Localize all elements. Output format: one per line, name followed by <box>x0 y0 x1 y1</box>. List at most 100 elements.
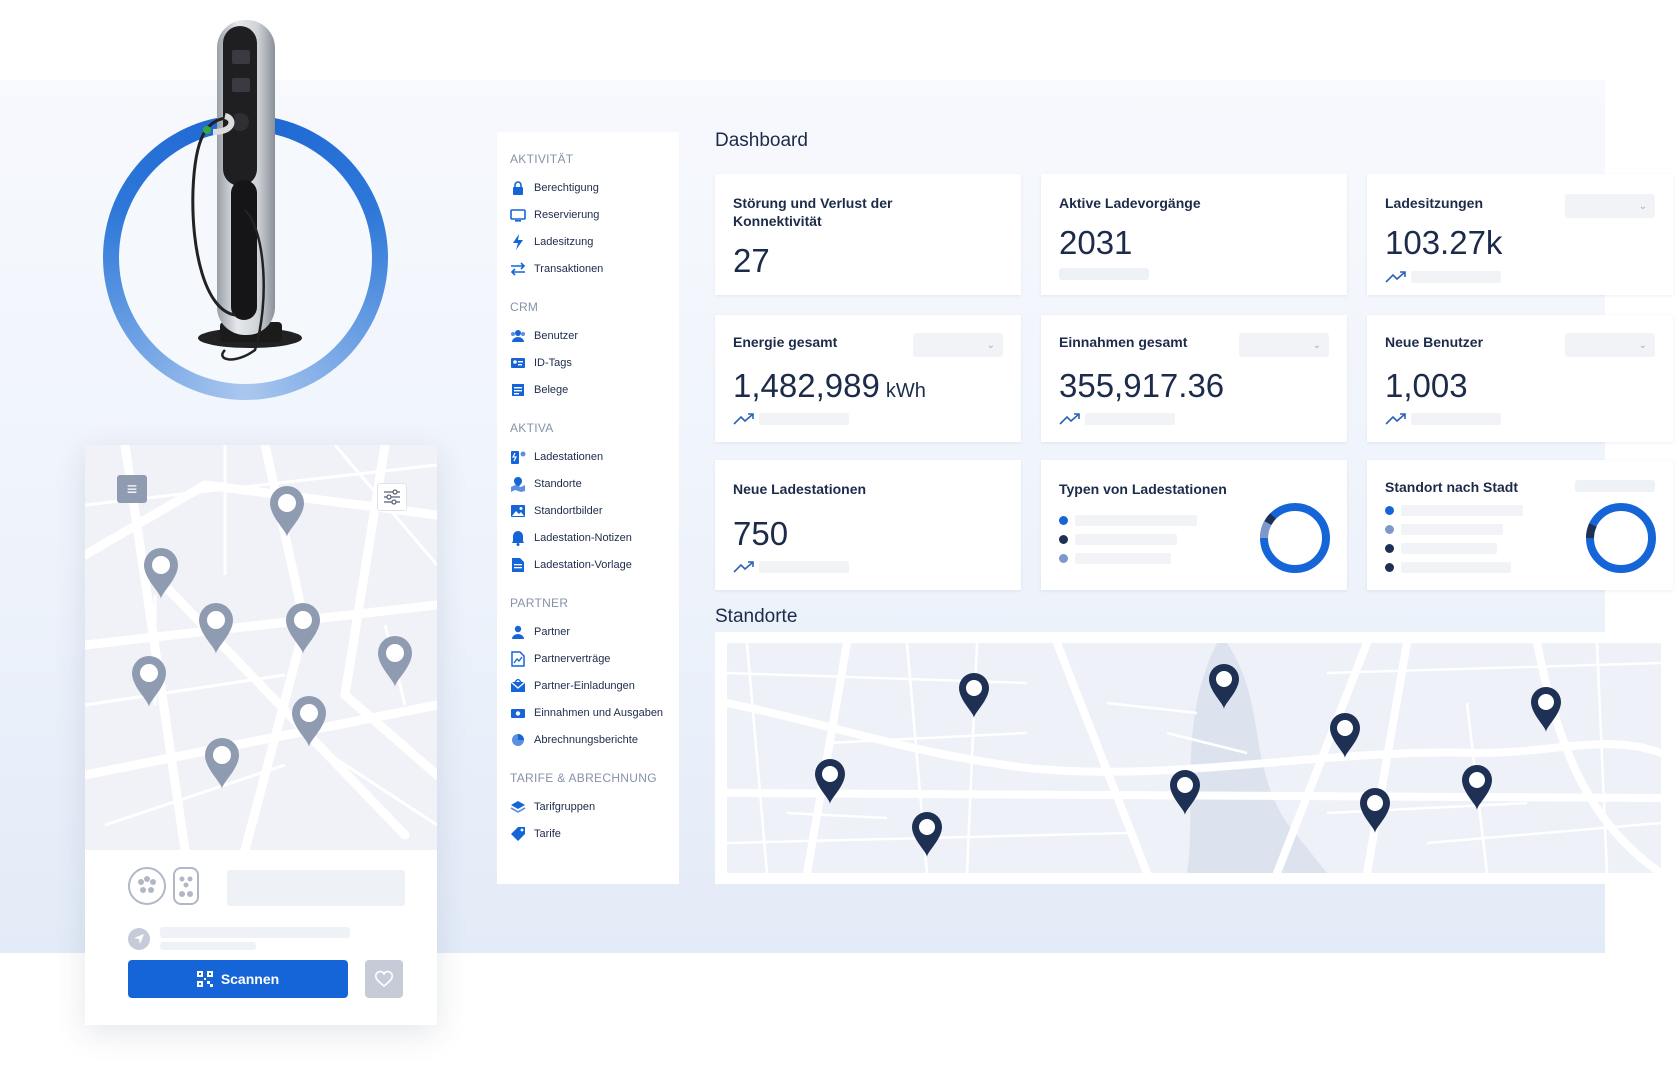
card-typen-ladestationen[interactable]: Typen von Ladestationen <box>1041 460 1347 590</box>
legend-placeholder <box>1401 524 1503 535</box>
map-pin-icon <box>815 759 845 804</box>
card-value: 2031 <box>1059 224 1133 261</box>
subtext-placeholder <box>1059 268 1149 280</box>
sidebar-item-einnahmen-und-ausgaben[interactable]: Einnahmen und Ausgaben <box>510 699 679 726</box>
map-pin-icon <box>1330 713 1360 758</box>
trend-up-icon <box>733 561 754 573</box>
card-title: Einnahmen gesamt <box>1059 334 1188 350</box>
period-select[interactable]: ⌄ <box>1565 333 1655 357</box>
lock-icon <box>510 180 526 196</box>
sidebar-item-partnerverträge[interactable]: Partnerverträge <box>510 645 679 672</box>
map-pin-icon <box>286 603 320 654</box>
sidebar-item-belege[interactable]: Belege <box>510 376 679 403</box>
sidebar-item-label: Benutzer <box>534 329 579 342</box>
ccs-plug-icon[interactable] <box>173 867 199 905</box>
sidebar-item-label: Abrechnungsberichte <box>534 733 638 746</box>
lightning-icon <box>510 233 526 250</box>
sidebar-item-ladestation-vorlage[interactable]: Ladestation-Vorlage <box>510 551 679 578</box>
standorte-map[interactable] <box>727 643 1661 873</box>
sidebar-item-label: Belege <box>534 383 569 396</box>
station-name-placeholder <box>227 870 405 906</box>
map-pin-icon <box>1462 765 1492 810</box>
trend-placeholder <box>1411 271 1501 283</box>
mobile-map[interactable]: ≡ <box>85 445 437 850</box>
sidebar-item-label: Transaktionen <box>534 262 604 275</box>
sidebar-item-id-tags[interactable]: ID-Tags <box>510 349 679 376</box>
card-energie-gesamt[interactable]: Energie gesamt ⌄ 1,482,989 kWh <box>715 315 1021 442</box>
trend-up-icon <box>1059 413 1080 425</box>
envelope-icon <box>510 678 526 694</box>
legend-dot <box>1059 516 1068 525</box>
filter-sliders-icon[interactable] <box>377 483 407 511</box>
card-value: 750 <box>733 515 789 552</box>
donut-chart <box>1260 503 1330 573</box>
sidebar-item-label: Partnerverträge <box>534 652 611 665</box>
navigation-arrow-icon[interactable] <box>128 928 150 950</box>
id-card-icon <box>510 355 526 371</box>
legend-placeholder <box>1401 543 1497 554</box>
period-select[interactable]: ⌄ <box>1239 333 1329 357</box>
image-icon <box>510 503 526 519</box>
card-stoerung[interactable]: Störung und Verlust der Konnektivität 27 <box>715 174 1021 295</box>
card-neue-benutzer[interactable]: Neue Benutzer ⌄ 1,003 <box>1367 315 1673 442</box>
receipt-icon <box>510 382 526 398</box>
card-title: Ladesitzungen <box>1385 195 1484 211</box>
sidebar-item-ladesitzung[interactable]: Ladesitzung <box>510 228 679 255</box>
filter-placeholder <box>1575 480 1655 492</box>
card-value: 1,482,989 <box>733 367 880 404</box>
sidebar-item-partner[interactable]: Partner <box>510 618 679 645</box>
legend-placeholder <box>1075 534 1177 545</box>
sidebar-item-label: ID-Tags <box>534 356 572 369</box>
hamburger-menu-icon[interactable]: ≡ <box>117 475 147 503</box>
scan-button[interactable]: Scannen <box>128 960 348 998</box>
pie-chart-icon <box>510 732 526 748</box>
chevron-down-icon: ⌄ <box>1638 339 1647 351</box>
sidebar-item-abrechnungsberichte[interactable]: Abrechnungsberichte <box>510 726 679 753</box>
card-aktive-ladevorgaenge[interactable]: Aktive Ladevorgänge 2031 <box>1041 174 1347 295</box>
sidebar-item-transaktionen[interactable]: Transaktionen <box>510 255 679 282</box>
sidebar-item-tarifgruppen[interactable]: Tarifgruppen <box>510 793 679 820</box>
users-icon <box>510 328 526 344</box>
monitor-icon <box>510 207 526 223</box>
sidebar-item-standorte[interactable]: Standorte <box>510 470 679 497</box>
sidebar-item-partner-einladungen[interactable]: Partner-Einladungen <box>510 672 679 699</box>
sidebar-item-standortbilder[interactable]: Standortbilder <box>510 497 679 524</box>
sidebar-item-label: Standorte <box>534 477 582 490</box>
mobile-app-card: ≡ Scannen <box>85 445 437 1025</box>
chevron-down-icon: ⌄ <box>1312 339 1321 351</box>
sidebar-item-ladestationen[interactable]: Ladestationen <box>510 443 679 470</box>
card-title: Störung und Verlust der Konnektivität <box>733 195 893 229</box>
legend-dot <box>1385 525 1394 534</box>
type2-plug-icon[interactable] <box>128 867 166 905</box>
sidebar-item-label: Ladestation-Notizen <box>534 531 632 544</box>
card-ladesitzungen[interactable]: Ladesitzungen ⌄ 103.27k <box>1367 174 1673 295</box>
sidebar-item-tarife[interactable]: Tarife <box>510 820 679 847</box>
map-pin-icon <box>912 812 942 857</box>
charger-illustration <box>95 20 395 400</box>
card-standort-nach-stadt[interactable]: Standort nach Stadt <box>1367 460 1673 590</box>
chevron-down-icon: ⌄ <box>1638 200 1647 212</box>
card-einnahmen-gesamt[interactable]: Einnahmen gesamt ⌄ 355,917.36 <box>1041 315 1347 442</box>
favorite-button[interactable] <box>365 960 403 998</box>
sidebar-item-ladestation-notizen[interactable]: Ladestation-Notizen <box>510 524 679 551</box>
sidebar-item-label: Reservierung <box>534 208 600 221</box>
sidebar-item-label: Ladestationen <box>534 450 604 463</box>
sidebar-item-berechtigung[interactable]: Berechtigung <box>510 174 679 201</box>
map-pin-icon <box>959 673 989 718</box>
section-title-standorte: Standorte <box>715 606 798 627</box>
qr-code-icon <box>196 971 213 987</box>
charging-station-graphic <box>191 20 302 361</box>
trend-placeholder <box>1411 413 1501 425</box>
sidebar-item-benutzer[interactable]: Benutzer <box>510 322 679 349</box>
sidebar-item-reservierung[interactable]: Reservierung <box>510 201 679 228</box>
person-icon <box>510 624 526 640</box>
period-select[interactable]: ⌄ <box>913 333 1003 357</box>
sidebar-navigation: AKTIVITÄT Berechtigung Reservierung Ladesit… <box>497 132 679 884</box>
period-select[interactable]: ⌄ <box>1565 194 1655 218</box>
document-icon <box>510 557 526 573</box>
card-neue-ladestationen[interactable]: Neue Ladestationen 750 <box>715 460 1021 590</box>
